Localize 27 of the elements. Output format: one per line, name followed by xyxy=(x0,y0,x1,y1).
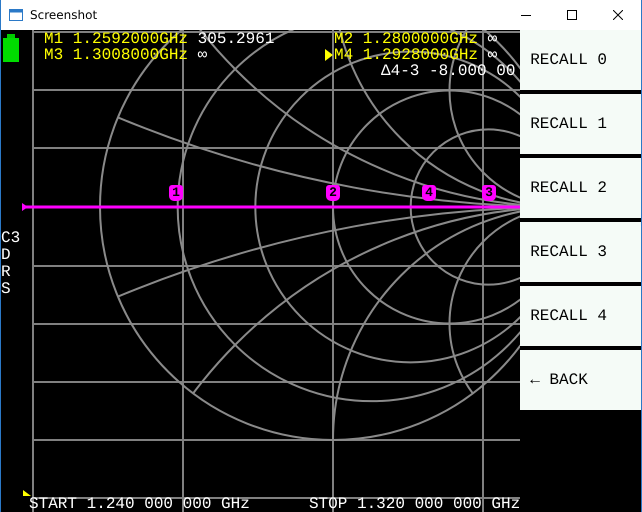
delta-readout: Δ4-3 -8.000 00 xyxy=(381,63,516,79)
marker-readout: M2 1.2800000GHz ∞ xyxy=(334,31,498,47)
maximize-icon xyxy=(567,10,577,20)
menu-button[interactable]: RECALL 3 xyxy=(520,222,641,282)
trace-marker: 2 xyxy=(326,185,340,201)
stop-frequency: STOP 1.320 000 000 GHz xyxy=(308,496,520,512)
menu-button[interactable]: RECALL 4 xyxy=(520,286,641,346)
menu-button[interactable]: RECALL 1 xyxy=(520,94,641,154)
menu-button[interactable]: ← BACK xyxy=(520,350,641,410)
battery-icon xyxy=(3,34,19,62)
trace-marker: 3 xyxy=(482,185,496,201)
channel-label: S xyxy=(1,281,12,298)
close-icon xyxy=(613,10,623,20)
marker-readout: M4 1.2928000GHz ∞ xyxy=(334,47,498,63)
trace-marker: 1 xyxy=(169,185,183,201)
reference-marker-icon xyxy=(23,490,31,496)
channel-label: C3 xyxy=(1,230,20,247)
channel-label: R xyxy=(1,264,12,281)
marker-readout: M1 1.2592000GHz 305.2961 xyxy=(44,31,274,47)
window-title: Screenshot xyxy=(30,8,98,22)
trace-marker: 4 xyxy=(422,185,436,201)
app-icon xyxy=(9,8,23,22)
channel-label: D xyxy=(1,247,12,264)
marker-readout: M3 1.3008000GHz ∞ xyxy=(44,47,208,63)
menu-button[interactable]: RECALL 0 xyxy=(520,30,641,90)
menu-button[interactable]: RECALL 2 xyxy=(520,158,641,218)
start-frequency: START 1.240 000 000 GHz xyxy=(29,496,250,512)
